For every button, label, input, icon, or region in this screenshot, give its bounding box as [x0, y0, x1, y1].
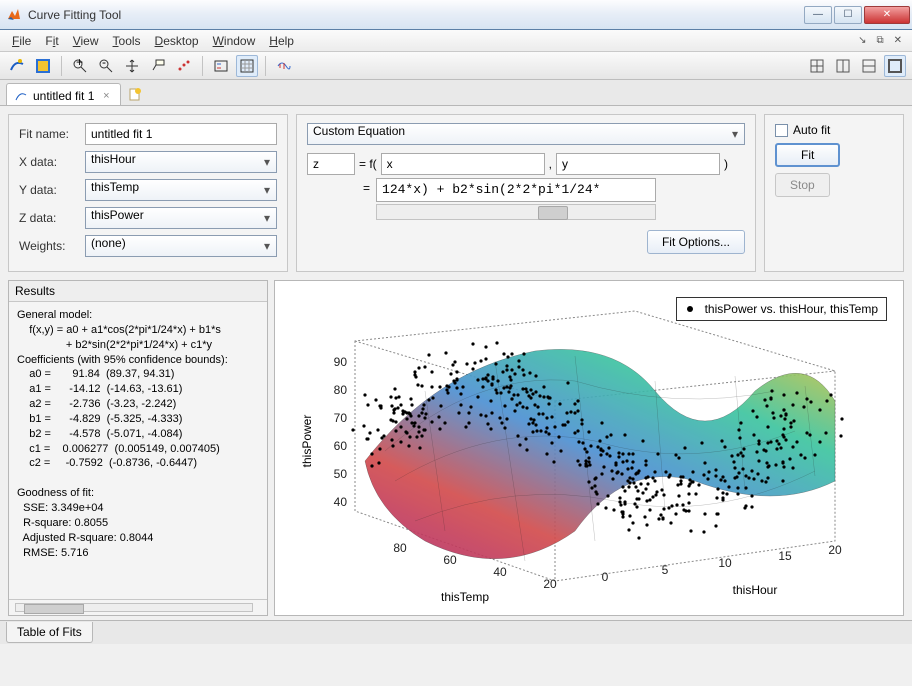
tab-untitled-fit-1[interactable]: untitled fit 1 × — [6, 83, 121, 105]
tab-close-icon[interactable]: × — [100, 90, 112, 102]
zoom-in-icon[interactable]: + — [69, 55, 91, 77]
eq-suffix: ) — [724, 157, 728, 171]
yvar-input[interactable] — [556, 153, 720, 175]
results-panel: Results General model: f(x,y) = a0 + a1*… — [8, 280, 268, 616]
menu-help[interactable]: Help — [263, 32, 300, 50]
results-scrollbar[interactable] — [15, 603, 253, 612]
svg-text:50: 50 — [334, 467, 348, 481]
svg-text:70: 70 — [334, 411, 348, 425]
xdata-label: X data: — [19, 155, 79, 169]
xdata-select[interactable]: thisHour — [85, 151, 277, 173]
svg-text:60: 60 — [443, 553, 457, 567]
tab-label: untitled fit 1 — [33, 89, 94, 103]
menu-file[interactable]: File — [6, 32, 37, 50]
mdi-minimize-icon[interactable]: ↘ — [854, 35, 870, 46]
svg-text:5: 5 — [662, 563, 669, 577]
fit-control-panel: Auto fit Fit Stop — [764, 114, 904, 272]
fit-type-select[interactable]: Custom Equation — [307, 123, 745, 145]
close-button[interactable]: ✕ — [864, 6, 910, 24]
minimize-button[interactable]: — — [804, 6, 832, 24]
fit-tab-icon — [15, 90, 27, 102]
plot-panel[interactable]: thisPower vs. thisHour, thisTemp 4050 60… — [274, 280, 904, 616]
tile-2-icon[interactable] — [832, 55, 854, 77]
menu-view[interactable]: View — [67, 32, 105, 50]
equation-panel: Custom Equation = f( , ) = 124*x) + b2*s… — [296, 114, 756, 272]
open-fit-icon[interactable] — [32, 55, 54, 77]
ydata-label: Y data: — [19, 183, 79, 197]
plot-legend[interactable]: thisPower vs. thisHour, thisTemp — [676, 297, 887, 321]
fitname-label: Fit name: — [19, 127, 79, 141]
menu-fit[interactable]: Fit — [39, 32, 64, 50]
new-fit-icon[interactable] — [6, 55, 28, 77]
results-body: General model: f(x,y) = a0 + a1*cos(2*pi… — [9, 302, 267, 599]
fit-options-button[interactable]: Fit Options... — [647, 230, 745, 254]
menu-tools[interactable]: Tools — [107, 32, 147, 50]
weights-select[interactable]: (none) — [85, 235, 277, 257]
z-axis-label: thisPower — [300, 415, 314, 468]
checkbox-icon — [775, 124, 788, 137]
svg-text:80: 80 — [393, 541, 407, 555]
exclude-icon[interactable] — [173, 55, 195, 77]
autofit-checkbox[interactable]: Auto fit — [775, 123, 830, 137]
tile-3-icon[interactable] — [858, 55, 880, 77]
eq-equals: = — [363, 181, 370, 195]
legend-marker-icon — [687, 306, 693, 312]
toolbar: + - — [0, 52, 912, 80]
svg-text:80: 80 — [334, 383, 348, 397]
eq-prefix: = f( — [359, 157, 377, 171]
menubar: File Fit View Tools Desktop Window Help … — [0, 30, 912, 52]
tile-single-icon[interactable] — [884, 55, 906, 77]
menu-window[interactable]: Window — [207, 32, 262, 50]
zoom-out-icon[interactable]: - — [95, 55, 117, 77]
pan-icon[interactable] — [121, 55, 143, 77]
fit-button[interactable]: Fit — [775, 143, 840, 167]
zdata-label: Z data: — [19, 211, 79, 225]
mdi-restore-icon[interactable]: ⧉ — [872, 35, 887, 46]
weights-label: Weights: — [19, 239, 79, 253]
eq-comma: , — [549, 157, 552, 171]
zvar-input[interactable] — [307, 153, 355, 175]
residuals-icon[interactable] — [273, 55, 295, 77]
svg-text:+: + — [76, 58, 83, 69]
bottom-tabs: Table of Fits — [0, 620, 912, 644]
svg-text:90: 90 — [334, 355, 348, 369]
data-panel: Fit name: X data: thisHour Y data: thisTem… — [8, 114, 288, 272]
svg-text:10: 10 — [718, 556, 732, 570]
grid-icon[interactable] — [236, 55, 258, 77]
x-axis-label: thisHour — [733, 583, 778, 597]
svg-text:-: - — [102, 58, 106, 69]
svg-text:15: 15 — [778, 549, 792, 563]
ydata-select[interactable]: thisTemp — [85, 179, 277, 201]
svg-text:40: 40 — [334, 495, 348, 509]
svg-text:40: 40 — [493, 565, 507, 579]
legend-icon[interactable] — [210, 55, 232, 77]
surface-plot: 40 50 60 70 80 90 thisPower 0 5 10 15 20 — [275, 281, 895, 611]
equation-input[interactable]: 124*x) + b2*sin(2*2*pi*1/24* — [376, 178, 656, 202]
mdi-close-icon[interactable]: ✕ — [890, 35, 906, 46]
menu-desktop[interactable]: Desktop — [149, 32, 205, 50]
results-header: Results — [9, 281, 267, 302]
tab-table-of-fits[interactable]: Table of Fits — [6, 622, 93, 643]
svg-text:20: 20 — [543, 577, 557, 591]
fit-tabs: untitled fit 1 × — [0, 80, 912, 106]
xvar-input[interactable] — [381, 153, 545, 175]
datatip-icon[interactable] — [147, 55, 169, 77]
svg-text:60: 60 — [334, 439, 348, 453]
equation-scrollbar[interactable] — [376, 204, 656, 220]
svg-text:0: 0 — [602, 570, 609, 584]
tile-1-icon[interactable] — [806, 55, 828, 77]
titlebar: Curve Fitting Tool — ☐ ✕ — [0, 0, 912, 30]
zdata-select[interactable]: thisPower — [85, 207, 277, 229]
new-tab-button[interactable] — [124, 84, 146, 104]
matlab-logo-icon — [6, 7, 22, 23]
y-axis-label: thisTemp — [441, 590, 489, 604]
svg-text:20: 20 — [828, 543, 842, 557]
stop-button: Stop — [775, 173, 830, 197]
maximize-button[interactable]: ☐ — [834, 6, 862, 24]
window-title: Curve Fitting Tool — [28, 8, 804, 22]
fitname-input[interactable] — [85, 123, 277, 145]
